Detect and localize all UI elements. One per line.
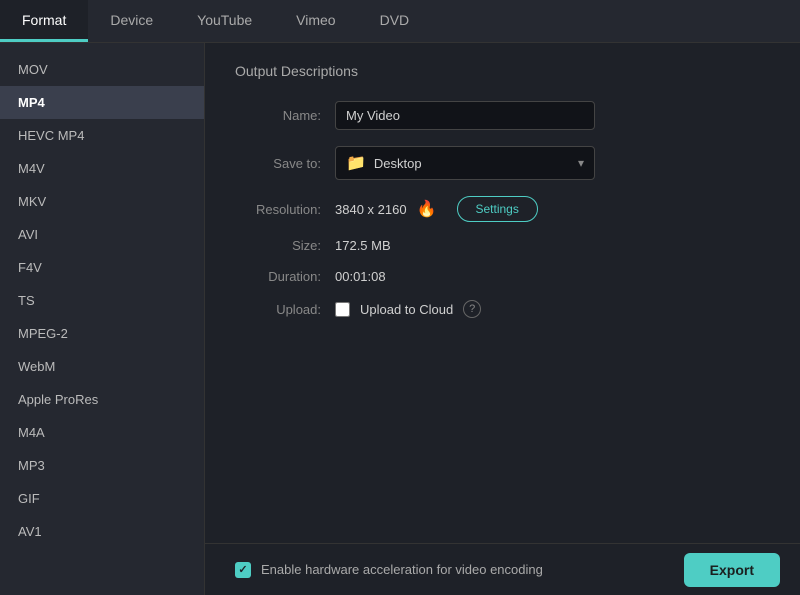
save-to-value-container: 📁 Desktop ▾ — [335, 146, 770, 180]
upload-to-cloud-checkbox[interactable] — [335, 302, 350, 317]
sidebar-item-apple-prores[interactable]: Apple ProRes — [0, 383, 204, 416]
resolution-label: Resolution: — [235, 202, 335, 217]
tab-device[interactable]: Device — [88, 0, 175, 42]
sidebar-item-webm[interactable]: WebM — [0, 350, 204, 383]
section-title: Output Descriptions — [235, 63, 770, 79]
sidebar-item-hevc-mp4[interactable]: HEVC MP4 — [0, 119, 204, 152]
sidebar-item-m4v[interactable]: M4V — [0, 152, 204, 185]
name-value-container — [335, 101, 770, 130]
help-icon[interactable]: ? — [463, 300, 481, 318]
tab-youtube[interactable]: YouTube — [175, 0, 274, 42]
duration-value: 00:01:08 — [335, 269, 770, 284]
chevron-down-icon: ▾ — [578, 156, 584, 170]
resolution-row: Resolution: 3840 x 2160 🔥 Settings — [235, 196, 770, 222]
tab-dvd[interactable]: DVD — [358, 0, 432, 42]
sidebar-item-avi[interactable]: AVI — [0, 218, 204, 251]
resolution-value-container: 3840 x 2160 🔥 Settings — [335, 196, 770, 222]
sidebar-item-mp3[interactable]: MP3 — [0, 449, 204, 482]
save-to-label: Save to: — [235, 156, 335, 171]
settings-button[interactable]: Settings — [457, 196, 538, 222]
duration-label: Duration: — [235, 269, 335, 284]
sidebar-item-mov[interactable]: MOV — [0, 53, 204, 86]
sidebar-item-gif[interactable]: GIF — [0, 482, 204, 515]
hw-accel-label[interactable]: Enable hardware acceleration for video e… — [235, 562, 543, 578]
save-to-folder-name: Desktop — [374, 156, 422, 171]
upload-to-cloud-label: Upload to Cloud — [360, 302, 453, 317]
name-label: Name: — [235, 108, 335, 123]
export-button[interactable]: Export — [684, 553, 780, 587]
upload-row: Upload: Upload to Cloud ? — [235, 300, 770, 318]
sidebar-item-av1[interactable]: AV1 — [0, 515, 204, 548]
resolution-value: 3840 x 2160 — [335, 202, 407, 217]
sidebar-item-mp4[interactable]: MP4 — [0, 86, 204, 119]
main-layout: MOV MP4 HEVC MP4 M4V MKV AVI F4V TS MPEG… — [0, 43, 800, 595]
tab-bar: Format Device YouTube Vimeo DVD — [0, 0, 800, 43]
duration-row: Duration: 00:01:08 — [235, 269, 770, 284]
sidebar: MOV MP4 HEVC MP4 M4V MKV AVI F4V TS MPEG… — [0, 43, 205, 595]
bottom-bar: Enable hardware acceleration for video e… — [205, 543, 800, 595]
size-label: Size: — [235, 238, 335, 253]
sidebar-item-mkv[interactable]: MKV — [0, 185, 204, 218]
upload-label: Upload: — [235, 302, 335, 317]
save-to-dropdown[interactable]: 📁 Desktop ▾ — [335, 146, 595, 180]
tab-format[interactable]: Format — [0, 0, 88, 42]
folder-icon: 📁 — [346, 153, 366, 173]
flame-icon: 🔥 — [417, 199, 437, 219]
sidebar-item-mpeg2[interactable]: MPEG-2 — [0, 317, 204, 350]
content-area: Output Descriptions Name: Save to: 📁 Des… — [205, 43, 800, 595]
hw-accel-checkbox[interactable] — [235, 562, 251, 578]
upload-value-container: Upload to Cloud ? — [335, 300, 770, 318]
save-to-row: Save to: 📁 Desktop ▾ — [235, 146, 770, 180]
output-descriptions: Name: Save to: 📁 Desktop ▾ — [235, 101, 770, 318]
sidebar-item-m4a[interactable]: M4A — [0, 416, 204, 449]
name-input[interactable] — [335, 101, 595, 130]
size-row: Size: 172.5 MB — [235, 238, 770, 253]
size-value: 172.5 MB — [335, 238, 770, 253]
tab-vimeo[interactable]: Vimeo — [274, 0, 357, 42]
sidebar-item-f4v[interactable]: F4V — [0, 251, 204, 284]
name-row: Name: — [235, 101, 770, 130]
sidebar-item-ts[interactable]: TS — [0, 284, 204, 317]
